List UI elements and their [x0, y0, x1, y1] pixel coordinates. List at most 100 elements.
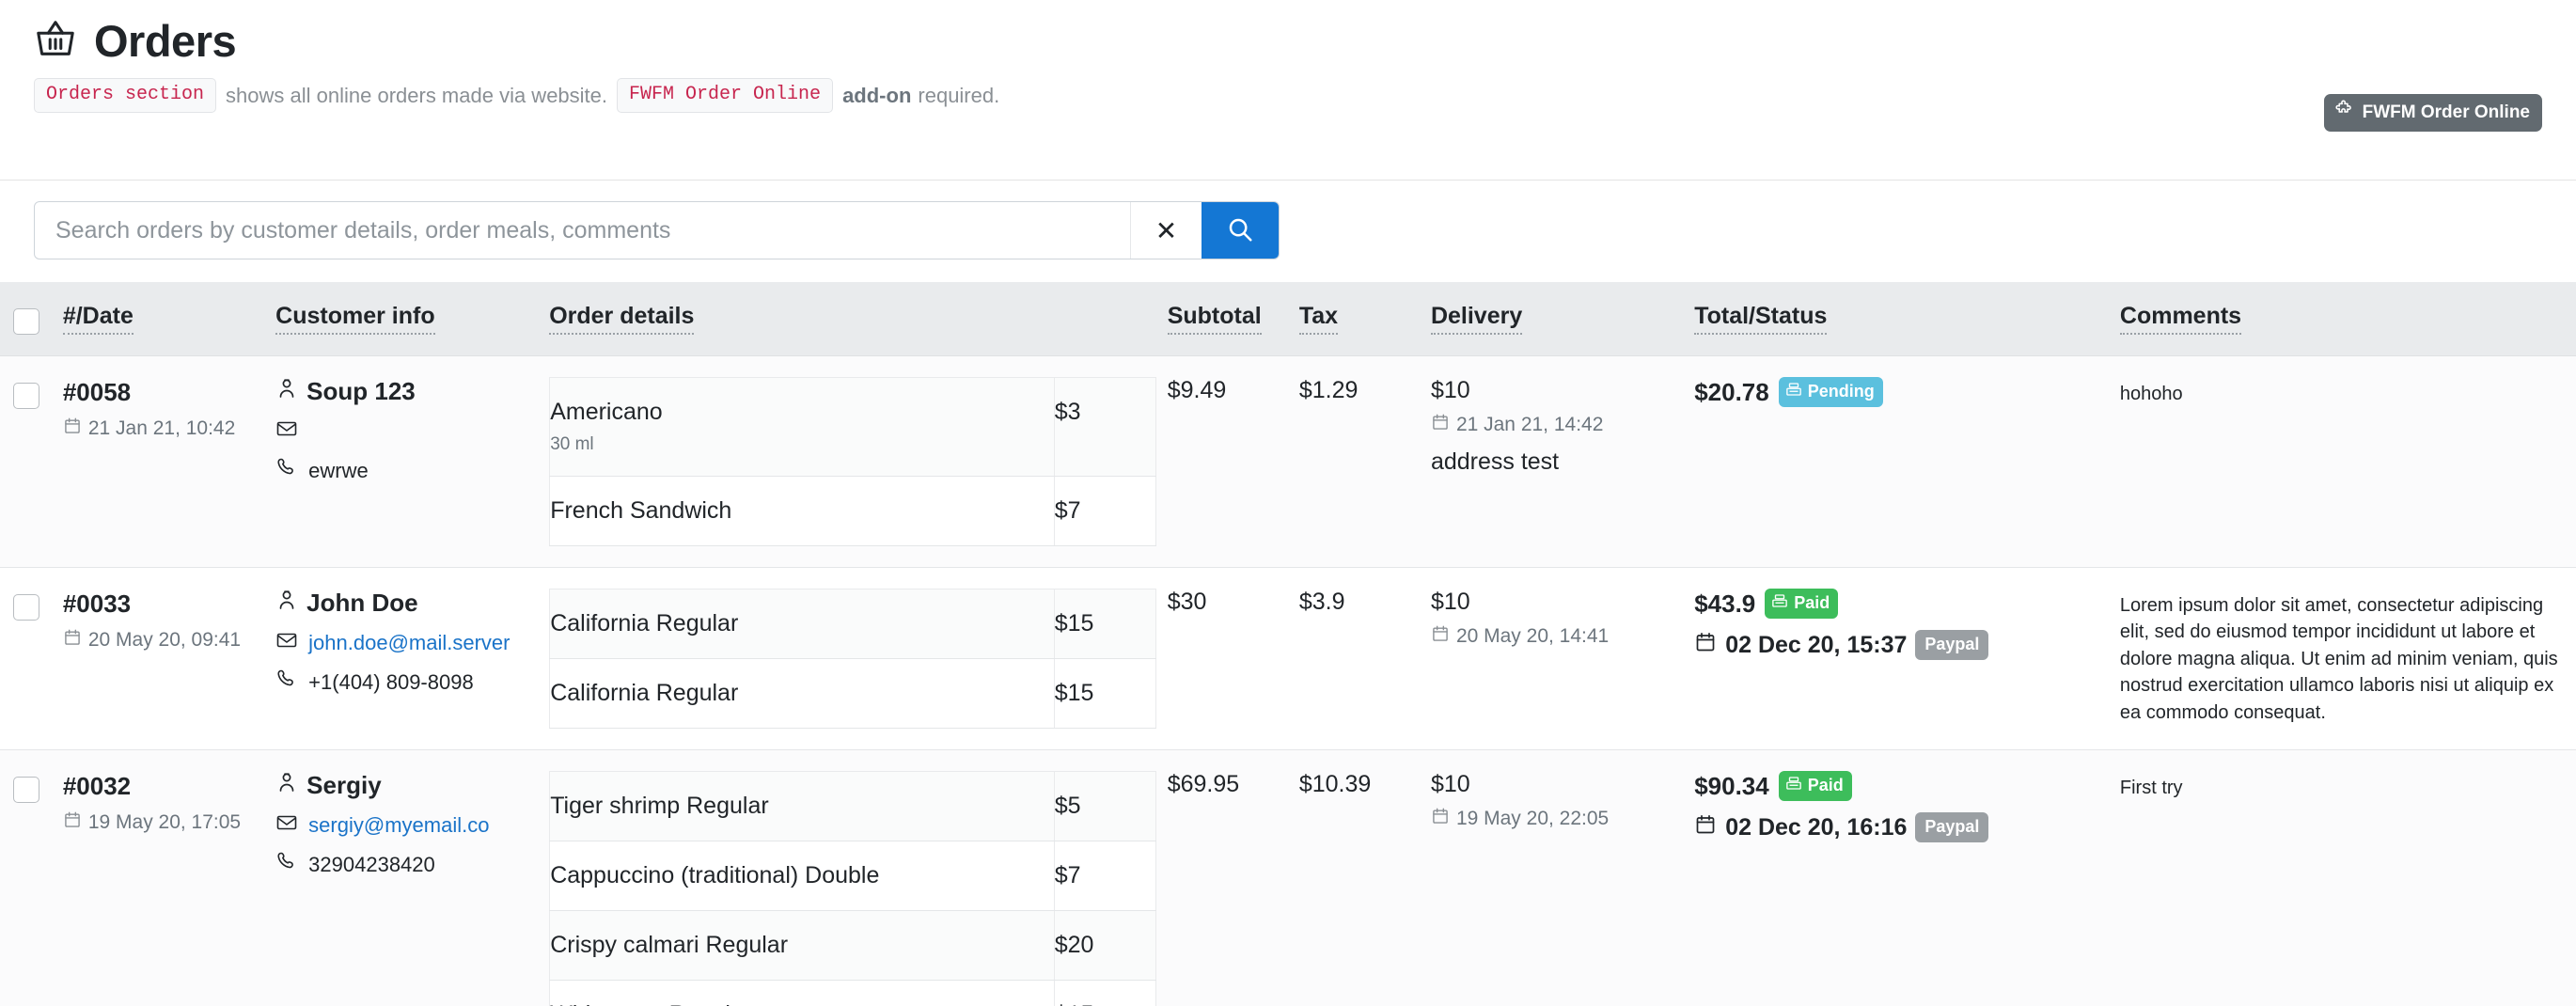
orders-table-body: #0058 21 Jan 21, 10:42 Soup 123 ewrwe Americ… — [0, 355, 2576, 1006]
customer-email-line: sergiy@myemail.co — [275, 811, 538, 840]
tax-cell: $3.9 — [1298, 567, 1431, 750]
row-checkbox[interactable] — [13, 777, 39, 803]
customer-name: Soup 123 — [306, 377, 416, 405]
cash-register-icon — [1771, 592, 1788, 614]
customer-email-line: john.doe@mail.server — [275, 629, 538, 657]
customer-name: Sergiy — [306, 771, 382, 799]
row-select-cell — [0, 749, 63, 1006]
search-toolbar: ✕ — [0, 181, 2576, 282]
order-item-name: Tiger shrimp Regular — [550, 793, 769, 819]
order-item-row: French Sandwich $7 — [549, 476, 1156, 546]
total-status-cell: $20.78 Pending — [1694, 355, 2120, 568]
customer-phone-line: ewrwe — [275, 457, 538, 485]
row-checkbox[interactable] — [13, 594, 39, 621]
status-badge: Paid — [1778, 771, 1852, 801]
order-item-price: $20 — [1054, 932, 1094, 958]
header-total-status[interactable]: Total/Status — [1694, 282, 2120, 356]
page-title: Orders — [94, 15, 237, 66]
header-number-date[interactable]: #/Date — [62, 282, 276, 356]
search-icon — [1226, 215, 1254, 246]
header-customer-info[interactable]: Customer info — [275, 282, 550, 356]
table-header-row: #/Date Customer info Order details Subto… — [0, 282, 2576, 356]
clear-search-button[interactable]: ✕ — [1130, 202, 1202, 259]
order-item-row: California Regular $15 — [549, 589, 1156, 659]
order-item-name: White tuna Regular — [550, 1001, 751, 1006]
table-row[interactable]: #0033 20 May 20, 09:41 John Doe john.doe@ma… — [0, 567, 2576, 750]
header-comments[interactable]: Comments — [2119, 282, 2576, 356]
customer-name-line: Sergiy — [275, 771, 538, 800]
order-item-row: California Regular $15 — [549, 658, 1156, 729]
order-item-name: Americano — [550, 399, 663, 425]
customer-email[interactable]: john.doe@mail.server — [308, 631, 510, 655]
header-delivery[interactable]: Delivery — [1430, 282, 1695, 356]
order-date: 21 Jan 21, 10:42 — [87, 417, 236, 439]
delivery-amount: $10 — [1430, 589, 1470, 615]
table-row[interactable]: #0058 21 Jan 21, 10:42 Soup 123 ewrwe Americ… — [0, 355, 2576, 568]
select-all-checkbox[interactable] — [13, 308, 39, 335]
fwfm-order-online-code: FWFM Order Online — [617, 78, 834, 113]
puzzle-piece-icon — [2334, 100, 2354, 125]
delivery-date-line: 20 May 20, 14:41 — [1431, 624, 1683, 649]
row-select-cell — [0, 567, 63, 750]
order-item-price: $15 — [1054, 680, 1094, 706]
order-number[interactable]: #0033 — [63, 589, 264, 620]
calendar-icon — [1694, 813, 1717, 842]
tax-value: $1.29 — [1298, 377, 1359, 403]
comment-text: hohoho — [2119, 384, 2183, 404]
order-item-row: Tiger shrimp Regular $5 — [549, 771, 1156, 841]
subtitle-text-1: shows all online orders made via website… — [226, 83, 608, 107]
delivery-date-line: 21 Jan 21, 14:42 — [1431, 413, 1683, 437]
tax-cell: $10.39 — [1298, 749, 1431, 1006]
status-badge-label: Pending — [1807, 382, 1875, 401]
search-input[interactable] — [35, 202, 1130, 259]
order-item-name-cell: White tuna Regular — [549, 980, 1055, 1006]
title-row: Orders — [34, 17, 2542, 65]
envelope-icon — [275, 629, 298, 657]
subtotal-cell: $30 — [1167, 567, 1299, 750]
addon-badge[interactable]: FWFM Order Online — [2323, 94, 2542, 132]
orders-table: #/Date Customer info Order details Subto… — [0, 282, 2576, 1006]
cash-register-icon — [1785, 775, 1802, 796]
order-item-name-cell: Tiger shrimp Regular — [549, 771, 1055, 841]
table-row[interactable]: #0032 19 May 20, 17:05 Sergiy sergiy@myemai… — [0, 749, 2576, 1006]
order-item-name-cell: Americano 30 ml — [549, 377, 1055, 477]
order-date-line: 21 Jan 21, 10:42 — [63, 417, 264, 441]
search-button[interactable] — [1202, 202, 1279, 259]
person-icon — [275, 589, 298, 618]
order-item-price-cell: $15 — [1053, 589, 1156, 659]
header-tax[interactable]: Tax — [1298, 282, 1431, 356]
customer-name: John Doe — [306, 589, 418, 617]
subtotal-value: $30 — [1167, 589, 1207, 615]
subtotal-value: $9.49 — [1167, 377, 1227, 403]
shopping-basket-icon — [34, 17, 77, 65]
order-item-option: 30 ml — [550, 434, 594, 454]
order-details-cell: Tiger shrimp Regular $5 Cappuccino (tradit… — [549, 749, 1168, 1006]
paid-date-line: 02 Dec 20, 15:37 Paypal — [1694, 630, 2109, 660]
envelope-icon — [275, 417, 298, 446]
total-status-cell: $90.34 Paid 02 Dec 20, 16:16 Paypal — [1694, 749, 2120, 1006]
comment-text: First try — [2119, 778, 2183, 798]
phone-icon — [275, 851, 298, 879]
customer-email[interactable]: sergiy@myemail.co — [308, 813, 489, 838]
order-items-table: Americano 30 ml $3 French Sandwich $7 — [549, 377, 1156, 546]
status-badge-label: Paid — [1807, 776, 1844, 794]
calendar-icon — [63, 810, 82, 835]
order-number[interactable]: #0032 — [63, 771, 264, 802]
order-item-price-cell: $15 — [1053, 658, 1156, 729]
paid-date: 02 Dec 20, 15:37 — [1725, 631, 1908, 658]
header-order-details[interactable]: Order details — [549, 282, 1168, 356]
header-subtotal[interactable]: Subtotal — [1167, 282, 1299, 356]
order-details-cell: Americano 30 ml $3 French Sandwich $7 — [549, 355, 1168, 568]
subtitle-addon-strong: add-on — [842, 83, 912, 107]
comment-text: Lorem ipsum dolor sit amet, consectetur … — [2119, 595, 2558, 723]
calendar-icon — [1431, 624, 1450, 649]
orders-section-code: Orders section — [34, 78, 217, 113]
row-select-cell — [0, 355, 63, 568]
customer-phone: ewrwe — [308, 459, 369, 482]
order-item-price: $7 — [1054, 862, 1081, 888]
row-checkbox[interactable] — [13, 383, 39, 409]
order-date-line: 19 May 20, 17:05 — [63, 810, 264, 835]
order-item-name-cell: Cappuccino (traditional) Double — [549, 841, 1055, 911]
order-number[interactable]: #0058 — [63, 377, 264, 408]
customer-email-line — [275, 417, 538, 446]
